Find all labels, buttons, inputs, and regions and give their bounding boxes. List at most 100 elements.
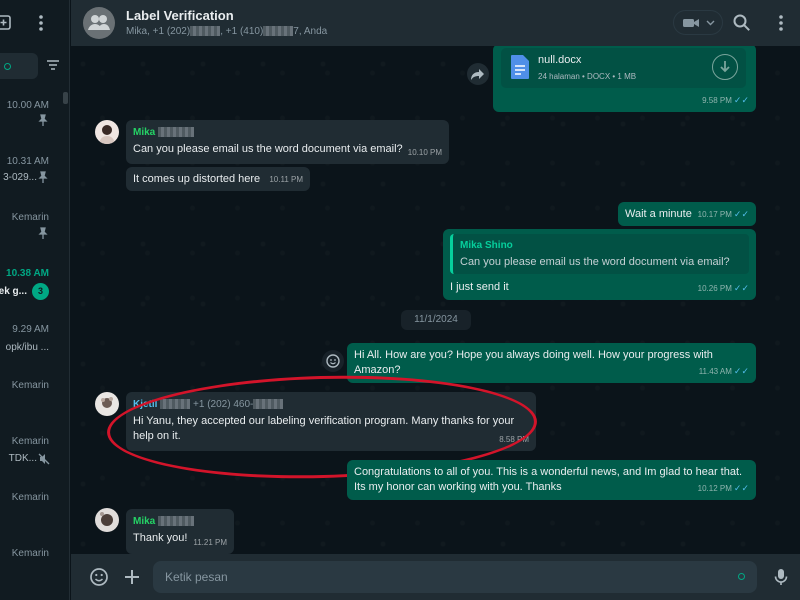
sender-avatar[interactable] — [95, 120, 119, 144]
emoji-icon[interactable] — [89, 567, 109, 587]
chat-list-item[interactable]: 10.38 AM ek g... 3 — [0, 258, 64, 314]
chat-header[interactable]: Label Verification Mika, +1 (202) , +1 (4… — [71, 0, 800, 46]
filter-icon[interactable] — [46, 59, 60, 71]
sender-name: Kjetil +1 (202) 460- — [133, 397, 529, 412]
pin-icon — [38, 114, 48, 126]
message-time: 8.58 PM — [499, 435, 529, 444]
user-photo-icon — [99, 125, 115, 144]
message-input[interactable]: Ketik pesan — [153, 561, 757, 593]
message-text: Congratulations to all of you. This is a… — [354, 466, 743, 493]
chat-menu-icon[interactable] — [771, 13, 791, 33]
message-text: Hi All. How are you? Hope you always doi… — [354, 349, 713, 376]
sender-phone: +1 (202) 460- — [193, 399, 254, 410]
emoji-reaction-button[interactable] — [322, 350, 344, 372]
incoming-message[interactable]: Mika Can you please email us the word do… — [126, 120, 449, 164]
new-chat-icon[interactable] — [0, 15, 12, 31]
chat-list-item[interactable]: Kemarin — [0, 482, 64, 538]
quoted-message[interactable]: Mika Shino Can you please email us the w… — [450, 234, 749, 274]
message-time: 9.58 PM — [702, 96, 732, 105]
sender-avatar[interactable] — [95, 392, 119, 416]
message-composer: Ketik pesan — [71, 554, 800, 600]
sender-name-text: Mika — [133, 516, 156, 527]
chevron-down-icon — [706, 20, 715, 26]
chat-list-item[interactable]: 10.00 AM — [0, 90, 64, 146]
message-text: Hi Yanu, they accepted our labeling veri… — [133, 415, 515, 442]
pin-icon — [38, 227, 48, 239]
microphone-icon[interactable] — [771, 567, 791, 587]
read-ticks-icon: ✓✓ — [733, 209, 749, 219]
chat-list-item[interactable]: 10.31 AM 3-029... — [0, 146, 64, 202]
search-status-icon — [4, 63, 11, 70]
message-meta: 10.26 PM ✓✓ — [698, 281, 749, 296]
quoted-sender: Mika Shino — [460, 240, 513, 251]
message-meta: 10.17 PM ✓✓ — [698, 207, 749, 222]
chat-preview: opk/ibu ... — [5, 342, 49, 353]
user-photo-icon — [101, 397, 113, 408]
member-text: , +1 (410) — [220, 26, 264, 37]
chat-list-item[interactable]: Kemarin — [0, 202, 64, 258]
search-icon[interactable] — [732, 13, 752, 33]
chat-time: Kemarin — [11, 212, 49, 223]
search-chats-input[interactable] — [0, 53, 38, 79]
sender-avatar[interactable] — [95, 508, 119, 532]
chat-preview: 3-029... — [3, 172, 37, 183]
group-avatar[interactable] — [83, 7, 115, 39]
video-icon — [683, 19, 699, 27]
incoming-message[interactable]: Mika Thank you! 11.21 PM — [126, 509, 234, 554]
chat-list-item[interactable]: Kemarin TDK... — [0, 426, 64, 482]
chat-time: Kemarin — [11, 548, 49, 559]
download-icon — [720, 61, 730, 73]
message-area[interactable]: null.docx 24 halaman • DOCX • 1 MB 9.58 … — [71, 46, 800, 554]
sender-name-text: Kjetil — [133, 399, 158, 410]
document-attachment[interactable]: null.docx 24 halaman • DOCX • 1 MB — [501, 48, 746, 88]
member-text: 7, Anda — [293, 26, 328, 37]
video-call-button[interactable] — [673, 10, 723, 35]
incoming-message[interactable]: It comes up distorted here 10.11 PM — [126, 167, 310, 191]
chat-time: 10.38 AM — [6, 268, 49, 279]
chat-time: 10.31 AM — [6, 156, 49, 167]
redacted-text — [263, 26, 294, 37]
message-time: 10.17 PM — [697, 210, 732, 219]
read-ticks-icon: ✓✓ — [733, 483, 749, 493]
emoji-icon — [326, 354, 340, 368]
user-photo-icon — [100, 512, 113, 526]
chat-list-sidebar: 10.00 AM 10.31 AM 3-029... Kemarin 10.38… — [0, 0, 70, 600]
message-time: 10.11 PM — [269, 175, 303, 184]
download-button[interactable] — [712, 54, 738, 80]
chat-time: Kemarin — [11, 380, 49, 391]
message-time: 11.21 PM — [193, 538, 227, 547]
redacted-text — [190, 26, 221, 37]
message-time: 10.12 PM — [697, 484, 732, 493]
message-input-placeholder: Ketik pesan — [165, 570, 228, 584]
sender-name: Mika — [133, 514, 227, 529]
outgoing-message[interactable]: Hi All. How are you? Hope you always doi… — [347, 343, 756, 383]
redacted-text — [253, 399, 284, 410]
chat-time: 9.29 AM — [12, 324, 49, 335]
document-message[interactable]: null.docx 24 halaman • DOCX • 1 MB 9.58 … — [493, 46, 756, 112]
outgoing-message[interactable]: Wait a minute 10.17 PM ✓✓ — [618, 202, 756, 226]
incoming-message[interactable]: Kjetil +1 (202) 460- Hi Yanu, they accep… — [126, 392, 536, 451]
read-ticks-icon: ✓✓ — [733, 283, 749, 293]
message-meta: 9.58 PM ✓✓ — [702, 93, 749, 108]
outgoing-message[interactable]: Congratulations to all of you. This is a… — [347, 460, 756, 500]
sender-name-text: Mika — [133, 127, 156, 138]
chat-preview: TDK... — [8, 453, 37, 464]
chat-preview: ek g... — [0, 286, 27, 297]
chat-title: Label Verification — [126, 8, 234, 23]
attach-plus-icon[interactable] — [122, 567, 142, 587]
chat-list-item[interactable]: 9.29 AM opk/ibu ... — [0, 314, 64, 370]
unread-badge: 3 — [32, 283, 49, 300]
menu-icon[interactable] — [38, 14, 44, 32]
redacted-text — [158, 127, 195, 138]
whatsapp-window: 10.00 AM 10.31 AM 3-029... Kemarin 10.38… — [0, 0, 800, 600]
outgoing-reply-message[interactable]: Mika Shino Can you please email us the w… — [443, 229, 756, 300]
date-divider: 11/1/2024 — [401, 310, 471, 330]
message-meta: 10.12 PM ✓✓ — [698, 481, 749, 496]
forward-button[interactable] — [467, 63, 489, 85]
document-icon — [511, 55, 529, 79]
chat-list-item[interactable]: Kemarin — [0, 538, 64, 594]
message-time: 10.10 PM — [407, 148, 442, 157]
chat-list-item[interactable]: Kemarin — [0, 370, 64, 426]
sidebar-top-bar — [0, 0, 69, 46]
member-text: Mika, +1 (202) — [126, 26, 191, 37]
